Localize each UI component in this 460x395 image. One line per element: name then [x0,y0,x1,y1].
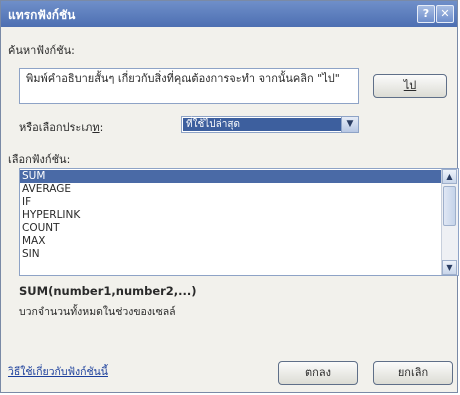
category-label: หรือเลือกประเภท: [19,121,104,134]
category-select[interactable]: ที่ใช้ไปล่าสุด ▼ [181,116,359,133]
go-button[interactable]: ไป [373,74,447,98]
search-label: ค้นหาฟังก์ชัน: [8,44,75,57]
function-help-link[interactable]: วิธีใช้เกี่ยวกับฟังก์ชันนี้ [8,363,108,380]
scroll-down-icon[interactable]: ▼ [442,260,457,275]
function-list-item[interactable]: MAX [20,235,442,248]
function-list[interactable]: SUM AVERAGE IF HYPERLINK COUNT MAX SIN ▲ ▼ [19,168,459,276]
help-button[interactable]: ? [417,5,435,23]
insert-function-dialog: แทรกฟังก์ชัน ? ✕ ค้นหาฟังก์ชัน: พิมพ์คำอ… [0,0,459,393]
dialog-title: แทรกฟังก์ชัน [8,8,76,22]
search-input[interactable]: พิมพ์คำอธิบายสั้นๆ เกี่ยวกับสิ่งที่คุณต้… [19,68,359,104]
function-list-label: เลือกฟังก์ชัน: [8,153,71,166]
function-description: บวกจำนวนทั้งหมดในช่วงของเซลล์ [19,306,176,318]
function-list-item[interactable]: COUNT [20,222,442,235]
function-list-item[interactable]: IF [20,196,442,209]
function-list-item[interactable]: AVERAGE [20,183,442,196]
scroll-thumb[interactable] [443,186,456,226]
cancel-button[interactable]: ยกเลิก [373,361,453,385]
category-selected-value: ที่ใช้ไปล่าสุด [183,118,341,131]
function-list-item[interactable]: SUM [20,170,442,183]
close-button[interactable]: ✕ [436,5,454,23]
function-list-items: SUM AVERAGE IF HYPERLINK COUNT MAX SIN [20,170,442,261]
function-list-scrollbar[interactable]: ▲ ▼ [441,169,458,275]
title-bar: แทรกฟังก์ชัน ? ✕ [1,1,457,27]
function-list-item[interactable]: HYPERLINK [20,209,442,222]
scroll-up-icon[interactable]: ▲ [442,169,457,184]
function-list-item[interactable]: SIN [20,248,442,261]
go-button-label: ไป [403,79,417,92]
function-signature: SUM(number1,number2,...) [19,284,197,298]
chevron-down-icon[interactable]: ▼ [341,117,358,132]
ok-button[interactable]: ตกลง [278,361,358,385]
